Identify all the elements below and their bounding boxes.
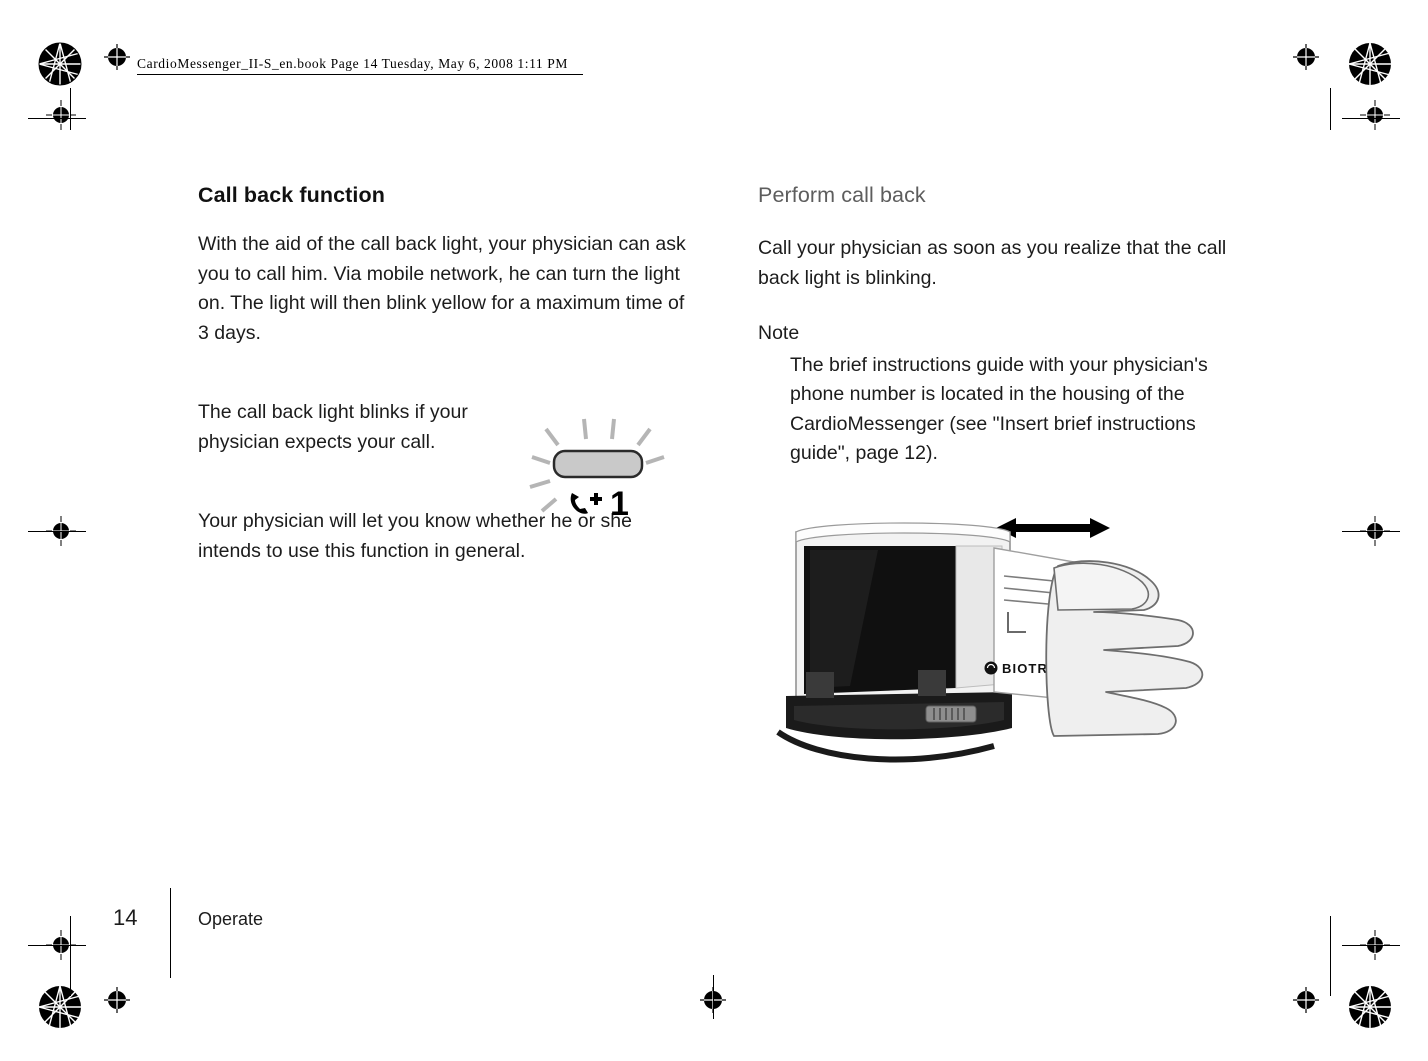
call-back-light-digit: 1 bbox=[610, 485, 629, 523]
device-photo-figure: BIOTRONIK bbox=[758, 470, 1253, 785]
crop-line-right-bottom-horizontal bbox=[1342, 945, 1400, 946]
registration-target-bottom-left bbox=[104, 987, 130, 1013]
page-number: 14 bbox=[113, 905, 138, 930]
crop-line-right-middle-horizontal bbox=[1342, 531, 1400, 532]
registration-target-bottom-right bbox=[1293, 987, 1319, 1013]
right-paragraph-1: Call your physician as soon as you reali… bbox=[758, 237, 1227, 289]
file-header-text: CardioMessenger_II-S_en.book Page 14 Tue… bbox=[137, 56, 568, 71]
registration-target-top-right bbox=[1293, 44, 1319, 70]
right-text-column: Perform call back Call your physician as… bbox=[758, 183, 1253, 495]
note-text: The brief instructions guide with your p… bbox=[790, 353, 1208, 465]
registration-target-top-left bbox=[104, 44, 130, 70]
left-paragraph-2: The call back light blinks if your physi… bbox=[198, 401, 468, 453]
crop-line-bottom-right-vertical bbox=[1330, 916, 1331, 996]
note-label: Note bbox=[758, 322, 800, 344]
registration-starburst-top-left bbox=[38, 42, 82, 86]
crop-line-left-top-horizontal bbox=[28, 118, 86, 119]
registration-starburst-bottom-left bbox=[38, 985, 82, 1029]
registration-crosshair-right-top bbox=[1360, 100, 1390, 130]
registration-crosshair-left-top bbox=[46, 100, 76, 130]
crop-line-left-bottom-horizontal bbox=[28, 945, 86, 946]
document-page: CardioMessenger_II-S_en.book Page 14 Tue… bbox=[0, 0, 1428, 1061]
footer-divider bbox=[170, 888, 171, 978]
crop-line-top-left-vertical bbox=[70, 88, 71, 130]
crop-line-top-right-vertical bbox=[1330, 88, 1331, 130]
left-paragraph-1: With the aid of the call back light, you… bbox=[198, 233, 686, 344]
right-section-title: Perform call back bbox=[758, 183, 926, 207]
crop-line-bottom-center-vertical bbox=[713, 975, 714, 1019]
crop-line-bottom-left-vertical bbox=[70, 916, 71, 996]
header-rule bbox=[137, 74, 583, 75]
registration-starburst-top-right bbox=[1348, 42, 1392, 86]
call-back-light-figure: 1 bbox=[510, 415, 690, 535]
left-section-title: Call back function bbox=[198, 183, 385, 207]
footer-chapter-name: Operate bbox=[198, 909, 264, 929]
handset-phone-icon bbox=[570, 493, 602, 514]
registration-starburst-bottom-right bbox=[1348, 985, 1392, 1029]
crop-line-left-middle-horizontal bbox=[28, 531, 86, 532]
crop-line-right-top-horizontal bbox=[1342, 118, 1400, 119]
